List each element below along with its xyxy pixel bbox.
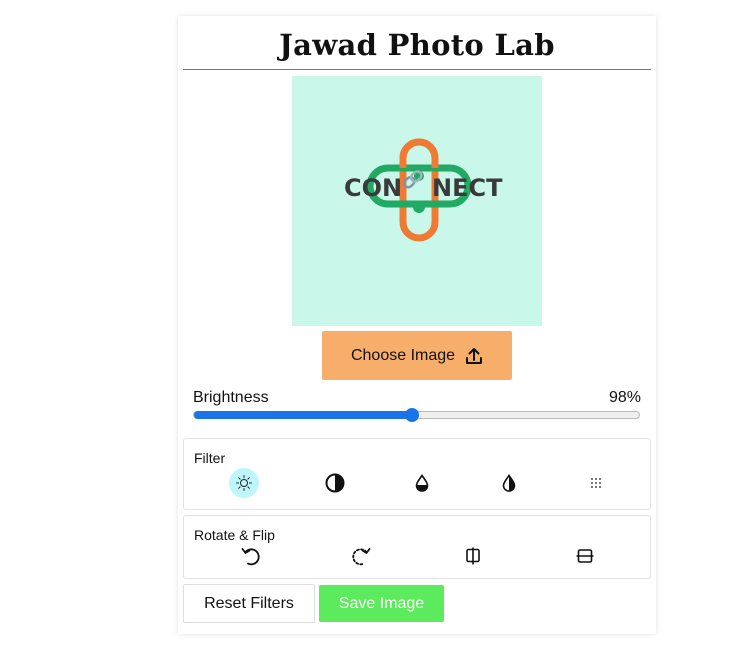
logo-text-left: CON xyxy=(344,174,402,202)
filter-blur-button[interactable] xyxy=(581,468,611,498)
choose-image-label: Choose Image xyxy=(350,346,456,364)
save-image-button[interactable]: Save Image xyxy=(319,585,444,622)
image-preview: CON NECT xyxy=(292,76,542,326)
connect-logo-image: CON NECT xyxy=(344,138,503,242)
filter-brightness-button[interactable] xyxy=(229,468,259,498)
filter-title: Filter xyxy=(194,450,226,466)
flip-horizontal-icon xyxy=(466,547,480,565)
slider-thumb[interactable] xyxy=(405,408,420,422)
slider-fill xyxy=(194,411,413,419)
rotate-flip-panel: Rotate & Flip xyxy=(183,515,651,579)
slider-value: 98% xyxy=(608,389,641,406)
rotate-right-icon xyxy=(352,548,371,566)
slider-label: Brightness xyxy=(193,389,269,406)
flip-vertical-icon xyxy=(576,549,594,563)
title-divider xyxy=(183,69,651,70)
filter-contrast-button[interactable] xyxy=(320,468,350,498)
rotate-left-button[interactable] xyxy=(236,541,266,571)
app-title: Jawad Photo Lab xyxy=(279,28,555,62)
flip-vertical-button[interactable] xyxy=(570,541,600,571)
editor-card: Jawad Photo Lab CON NECT Choose Image Br… xyxy=(178,16,656,634)
sun-icon xyxy=(236,475,252,491)
brightness-slider[interactable] xyxy=(193,408,640,422)
dots-grid-icon xyxy=(591,478,601,488)
rotate-right-button[interactable] xyxy=(346,541,376,571)
filter-grayscale-button[interactable] xyxy=(494,468,524,498)
upload-icon xyxy=(466,347,483,364)
flip-horizontal-button[interactable] xyxy=(458,541,488,571)
reset-filters-button[interactable]: Reset Filters xyxy=(183,584,315,623)
filter-panel: Filter xyxy=(183,438,651,510)
choose-image-button[interactable]: Choose Image xyxy=(322,331,512,380)
filter-saturation-button[interactable] xyxy=(407,468,437,498)
rotate-left-icon xyxy=(241,548,260,566)
drop-icon xyxy=(415,474,429,492)
logo-text-right: NECT xyxy=(432,174,503,202)
half-drop-icon xyxy=(502,474,516,492)
rotate-flip-title: Rotate & Flip xyxy=(194,527,275,543)
contrast-icon xyxy=(325,473,345,493)
